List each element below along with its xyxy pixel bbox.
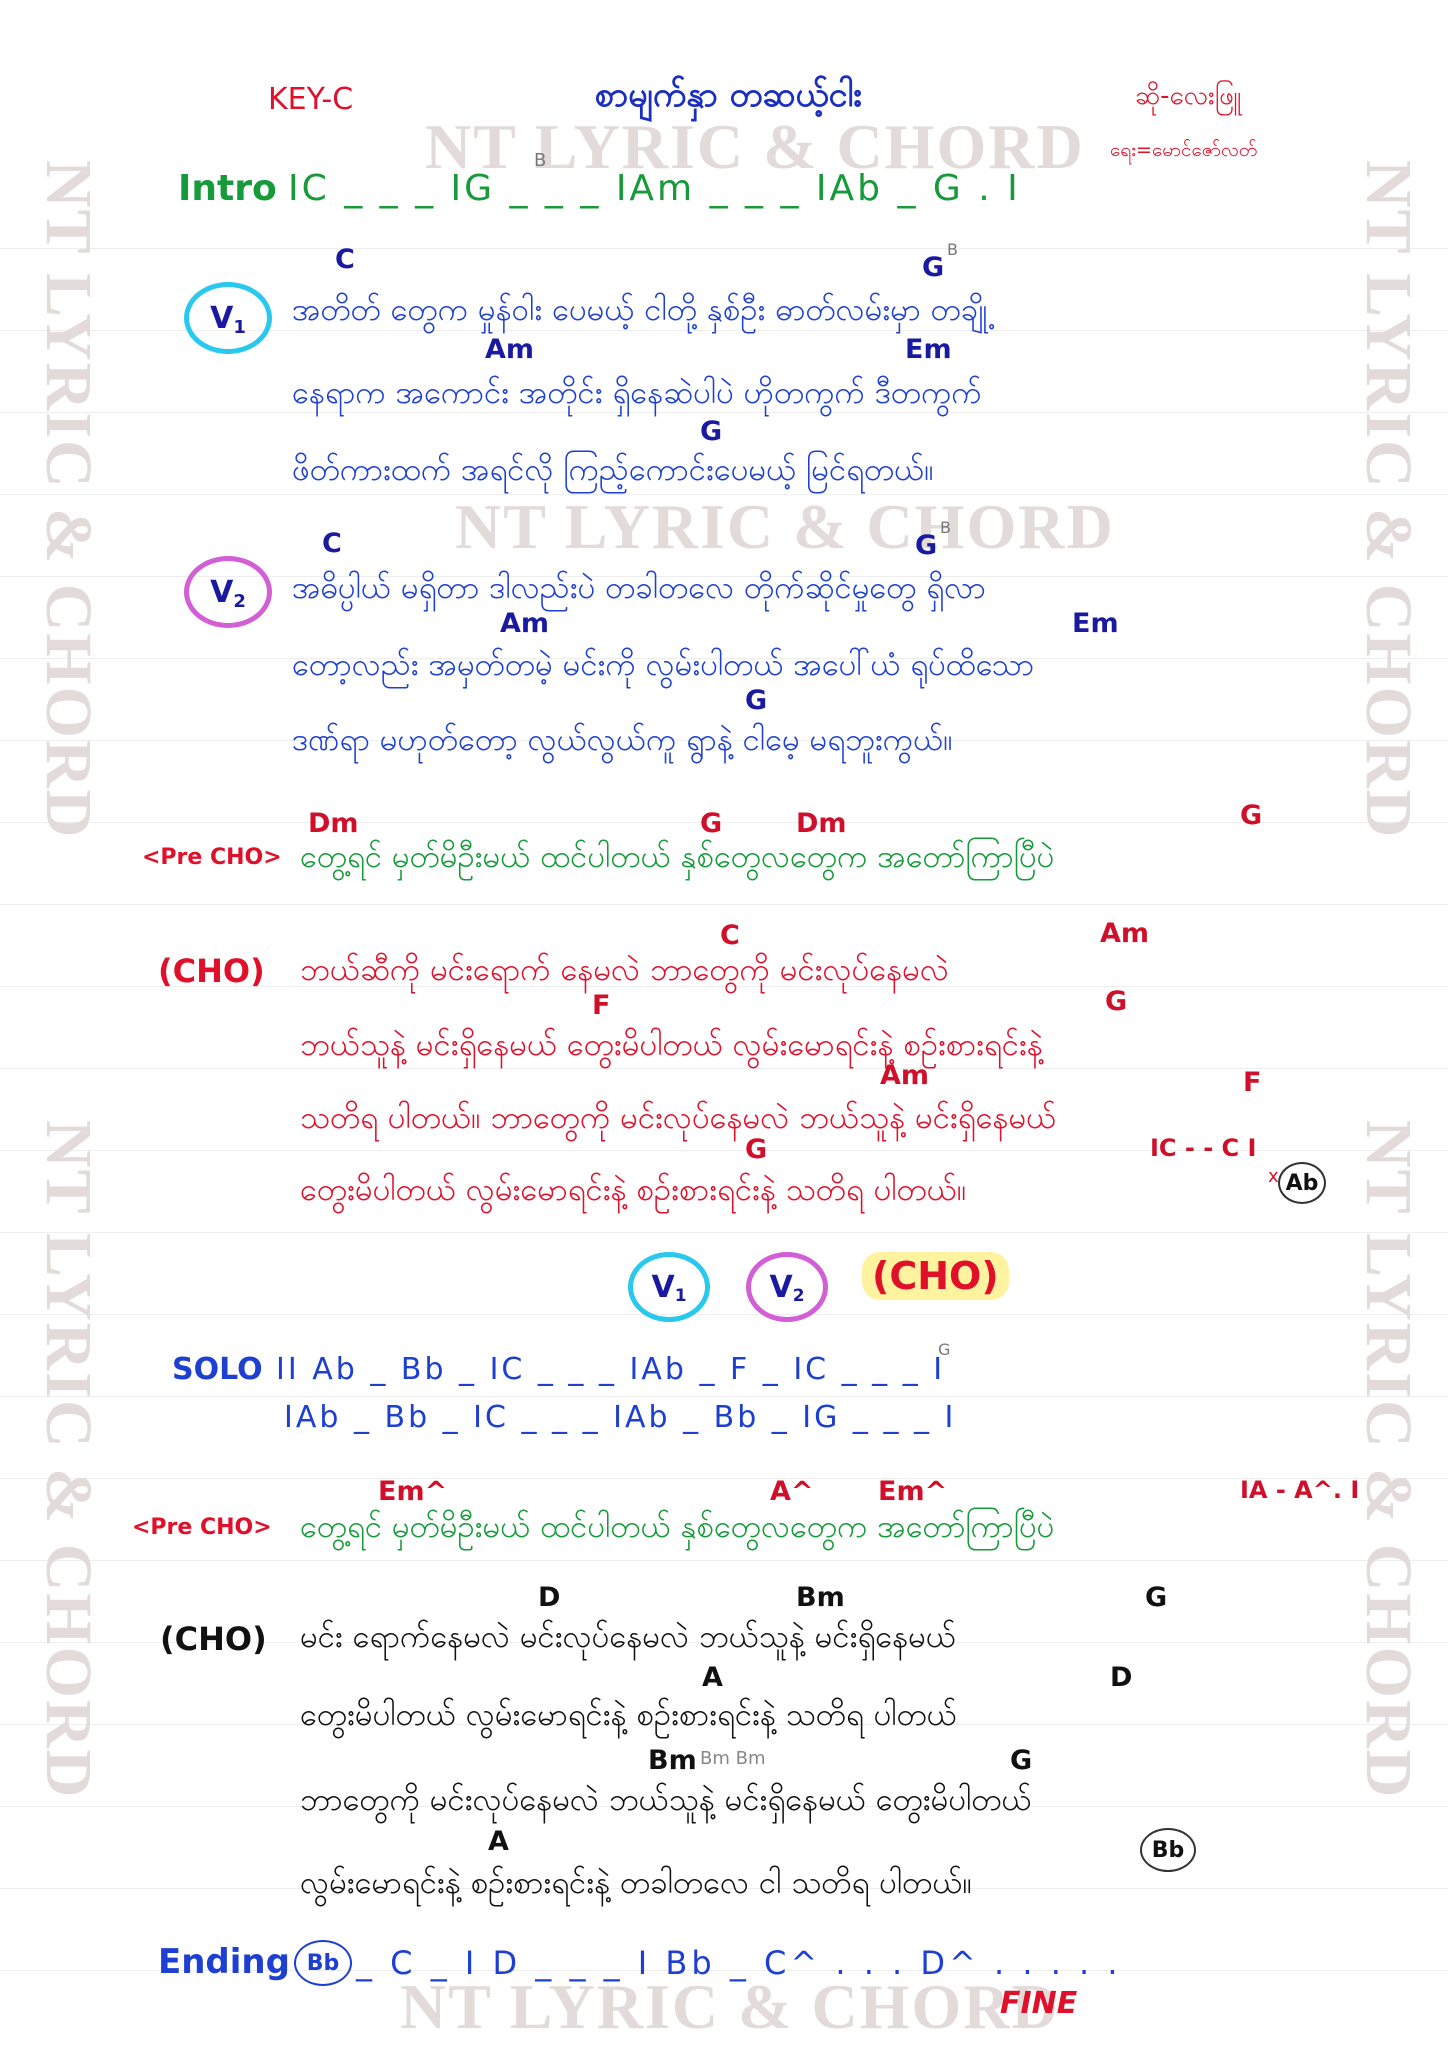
chorus1-chord: Am bbox=[1100, 918, 1150, 949]
prechorus2-chord: Em^ bbox=[878, 1476, 948, 1507]
chorus1-chord: F bbox=[592, 990, 611, 1021]
chorus1-chord: Am bbox=[880, 1060, 930, 1091]
prechorus1-chord: Dm bbox=[796, 808, 847, 839]
prechorus2-chord: IA - A^. I bbox=[1240, 1476, 1360, 1504]
chorus2-chord: A bbox=[488, 1826, 509, 1857]
chorus2-chord: Bm bbox=[796, 1582, 845, 1613]
verse2-line: ဒဏ်ရာ မဟုတ်တော့ လွယ်လွယ်ကူ ရွာနဲ့ ငါမေ့ … bbox=[292, 722, 953, 758]
solo-line: II Ab _ Bb _ IC _ _ _ IAb _ F _ IC _ _ _… bbox=[276, 1352, 946, 1387]
repeat-verse2-badge: V2 bbox=[746, 1252, 828, 1322]
verse1-badge-number: 1 bbox=[233, 316, 246, 338]
prechorus1-text: တွေ့ရင် မှတ်မိဦးမယ် ထင်ပါတယ် နှစ်တွေလတွေ… bbox=[300, 839, 1055, 875]
repeat-verse2-letter: V bbox=[769, 1269, 793, 1305]
watermark-right-1: NT LYRIC & CHORD bbox=[1352, 160, 1425, 840]
verse1-chord: Am bbox=[485, 334, 535, 365]
chorus2-line: တွေးမိပါတယ် လွမ်းမောရင်းနဲ့ စဉ်းစားရင်းန… bbox=[300, 1697, 957, 1733]
prechorus1-chord: G bbox=[1240, 800, 1263, 831]
chorus1-chord: G bbox=[745, 1134, 768, 1165]
verse2-badge-number: 2 bbox=[233, 590, 246, 612]
chorus1-circled-chord: Ab bbox=[1278, 1162, 1326, 1204]
verse1-chord: G bbox=[922, 252, 945, 283]
prechorus2-label: <Pre CHO> bbox=[132, 1515, 272, 1540]
fine-mark: FINE bbox=[1000, 1986, 1078, 2021]
prechorus2-text: တွေ့ရင် မှတ်မိဦးမယ် ထင်ပါတယ် နှစ်တွေလတွေ… bbox=[300, 1509, 1055, 1545]
verse2-chord: Am bbox=[500, 608, 550, 639]
ending-label: Ending bbox=[158, 1942, 290, 1982]
chorus2-alt-chord: Bm Bm bbox=[700, 1748, 766, 1769]
verse2-slash-bass: B bbox=[940, 518, 951, 537]
chorus1-line: ဘယ်သူနဲ့ မင်းရှိနေမယ် တွေးမိပါတယ် လွမ်းမ… bbox=[300, 1027, 1043, 1063]
repeat-verse2-number: 2 bbox=[792, 1286, 805, 1306]
chorus2-label: (CHO) bbox=[160, 1620, 267, 1658]
verse1-chord: G bbox=[700, 416, 723, 447]
chorus1-chord: F bbox=[1243, 1067, 1262, 1098]
verse1-line: ဖိတ်ကားထက် အရင်လို ကြည့်ကောင်းပေမယ့် မြင… bbox=[292, 452, 934, 488]
verse2-badge: V2 bbox=[184, 556, 272, 628]
watermark-left-1: NT LYRIC & CHORD bbox=[32, 160, 105, 840]
prechorus1-chord: Dm bbox=[308, 808, 359, 839]
chorus1-chord: G bbox=[1105, 986, 1128, 1017]
repeat-verse1-number: 1 bbox=[674, 1286, 687, 1306]
watermark-middle: NT LYRIC & CHORD bbox=[455, 491, 1115, 562]
chorus2-chord: D bbox=[538, 1582, 561, 1613]
verse2-line: အဓိပ္ပါယ် မရှိတာ ဒါလည်းပဲ တခါတလေ တိုက်ဆိ… bbox=[292, 570, 986, 606]
verse2-chord: C bbox=[322, 528, 342, 559]
chorus2-line: လွမ်းမောရင်းနဲ့ စဉ်းစားရင်းနဲ့ တခါတလေ ငါ… bbox=[300, 1865, 972, 1901]
chorus1-line: ဘယ်ဆီကို မင်းရောက် နေမလဲ ဘာတွေကို မင်းလု… bbox=[300, 952, 949, 988]
chorus2-chord: G bbox=[1145, 1582, 1168, 1613]
chorus1-label: (CHO) bbox=[158, 952, 265, 990]
ending-circled-chord: Bb bbox=[294, 1940, 352, 1986]
chorus2-line: ဘာတွေကို မင်းလုပ်နေမလဲ ဘယ်သူနဲ့ မင်းရှိန… bbox=[300, 1782, 1032, 1818]
watermark-right-2: NT LYRIC & CHORD bbox=[1352, 1120, 1425, 1800]
repeat-verse1-badge: V1 bbox=[628, 1252, 710, 1322]
solo-label: SOLO bbox=[172, 1352, 263, 1387]
repeat-chorus-badge: (CHO) bbox=[862, 1252, 1009, 1300]
verse2-badge-letter: V bbox=[210, 574, 234, 610]
singer-credit: ဆို-လေးဖြူ bbox=[1135, 81, 1242, 111]
prechorus2-chord: Em^ bbox=[378, 1476, 448, 1507]
intro-label: Intro bbox=[178, 168, 277, 209]
prechorus1-chord: G bbox=[700, 808, 723, 839]
chorus2-line: မင်း ရောက်နေမလဲ မင်းလုပ်နေမလဲ ဘယ်သူနဲ့ မ… bbox=[300, 1619, 956, 1655]
chorus2-chord: A bbox=[702, 1662, 723, 1693]
verse1-line: နေရာက အကောင်း အတိုင်း ရှိနေဆဲပါပဲ ဟိုတကွ… bbox=[292, 375, 982, 411]
verse1-badge-letter: V bbox=[210, 300, 234, 336]
prechorus2-chord: A^ bbox=[770, 1476, 814, 1507]
verse1-slash-bass: B bbox=[947, 240, 958, 259]
song-title: စာမျက်နှာ တဆယ့်ငါး bbox=[595, 75, 862, 115]
chorus1-line: တွေးမိပါတယ် လွမ်းမောရင်းနဲ့ စဉ်းစားရင်းန… bbox=[300, 1172, 967, 1208]
verse2-chord: Em bbox=[1072, 608, 1119, 639]
song-key: KEY-C bbox=[268, 82, 354, 117]
chorus2-chord: G bbox=[1010, 1745, 1033, 1776]
chorus2-circled-chord: Bb bbox=[1140, 1828, 1196, 1872]
chorus1-line: သတိရ ပါတယ်။ ဘာတွေကို မင်းလုပ်နေမလဲ ဘယ်သူ… bbox=[300, 1100, 1057, 1136]
solo-slash-bass: G bbox=[938, 1340, 951, 1359]
ending-chords: _ C _ I D _ _ _ I Bb _ C^ . . . D^ . . .… bbox=[356, 1944, 1122, 1982]
solo-line: IAb _ Bb _ IC _ _ _ IAb _ Bb _ IG _ _ _ … bbox=[284, 1400, 957, 1435]
repeat-verse1-letter: V bbox=[651, 1269, 675, 1305]
verse1-chord: C bbox=[335, 244, 355, 275]
intro-slash-bass: B bbox=[534, 150, 547, 171]
verse2-chord: G bbox=[745, 685, 768, 716]
intro-chords: IC _ _ _ IG _ _ _ IAm _ _ _ IAb _ G . I bbox=[288, 168, 1021, 209]
chorus1-chord: IC - - C I bbox=[1150, 1134, 1257, 1162]
watermark-left-2: NT LYRIC & CHORD bbox=[32, 1120, 105, 1800]
chorus2-chord: Bm bbox=[648, 1745, 697, 1776]
prechorus1-label: <Pre CHO> bbox=[142, 845, 282, 870]
verse1-badge: V1 bbox=[184, 282, 272, 354]
verse2-chord: G bbox=[915, 530, 938, 561]
verse1-chord: Em bbox=[905, 334, 952, 365]
verse2-line: တော့လည်း အမှတ်တမဲ့ မင်းကို လွမ်းပါတယ် အပ… bbox=[292, 647, 1035, 683]
verse1-line: အတိတ် တွေက မှုန်ဝါး ပေမယ့် ငါတို့ နှစ်ဦး… bbox=[292, 292, 988, 328]
chorus1-chord: C bbox=[720, 920, 740, 951]
writer-credit: ရေး=မောင်ဇော်လတ် bbox=[1110, 139, 1258, 161]
chorus2-chord: D bbox=[1110, 1662, 1133, 1693]
